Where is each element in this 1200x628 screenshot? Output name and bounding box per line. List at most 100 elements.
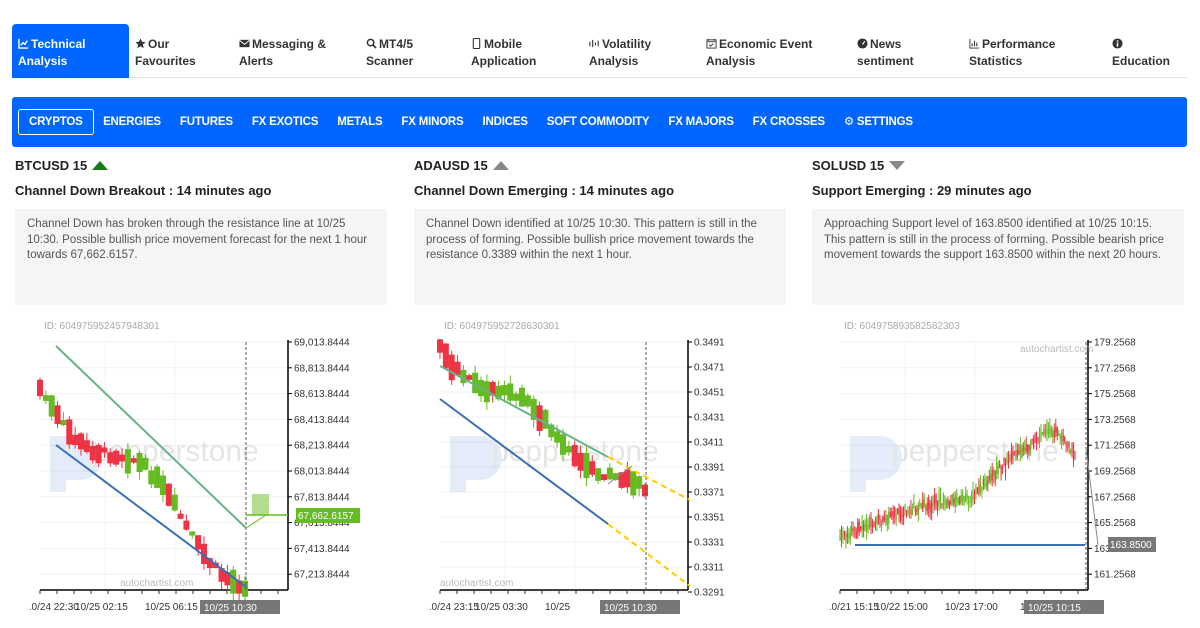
category-soft-commodity[interactable]: SOFT COMMODITY [537,110,659,134]
candle [1004,461,1007,473]
bar-chart-icon [969,37,980,49]
candle [985,483,987,487]
nav-tab-analysis[interactable]: Economic Event Analysis [700,24,851,78]
nav-tab-statistics[interactable]: Performance Statistics [963,24,1106,78]
category-fx-majors[interactable]: FX MAJORS [659,110,743,134]
candle [565,446,572,453]
candle [230,569,237,594]
top-nav: Technical Analysis Our Favourites Messaging … [12,24,1187,78]
candle [1003,458,1005,466]
y-tick-label: 0.3371 [694,488,725,499]
candle [1007,452,1010,465]
candle [1021,448,1023,458]
current-time-label: 10/25 10:30 [604,603,657,614]
nav-tab-label-line1: Messaging & [252,37,327,51]
envelope-icon [239,37,250,48]
candle [554,431,561,443]
candle [589,461,596,475]
nav-tab-analysis[interactable]: Volatility Analysis [583,24,700,78]
y-tick-label: 167.2568 [1094,492,1136,503]
candle [448,354,455,381]
candle [142,457,149,470]
category-fx-minors[interactable]: FX MINORS [392,110,473,134]
category-metals[interactable]: METALS [328,110,392,134]
category-settings[interactable]: ⚙ SETTINGS [834,110,922,134]
candle [882,515,884,523]
nav-tab-application[interactable]: Mobile Application [465,24,583,78]
star-icon [135,37,146,49]
candle [165,483,172,506]
autochartist-watermark: autochartist.com [440,578,513,589]
candle [89,446,96,461]
category-cryptos[interactable]: CRYPTOS [18,109,94,135]
nav-tab-label-line2: Favourites [135,54,196,68]
chart-btcusd[interactable]: ID: 604975952457948301 pepperstone 69,013.… [30,318,370,618]
candle [1059,435,1061,439]
candle [1035,432,1038,443]
category-label: FUTURES [179,116,233,128]
candle [994,470,996,483]
candle [932,495,934,507]
candle [926,502,928,512]
nav-tab-scanner[interactable]: MT4/5 Scanner [360,24,465,78]
candle [963,496,965,505]
category-energies[interactable]: ENERGIES [94,110,171,134]
signal-card-solusd: SOLUSD 15 Support Emerging : 29 minutes a… [812,155,1184,305]
candle [901,514,903,518]
candle [993,469,995,477]
category-fx-crosses[interactable]: FX CROSSES [743,110,834,134]
candle [855,530,857,539]
candle [1074,451,1076,455]
candle [107,452,114,464]
symbol-label: BTCUSD 15 [15,157,88,173]
chart-adausd[interactable]: ID: 604975952728630301pepperstone0.34910… [430,318,770,618]
candle [513,393,520,401]
candle [95,444,102,464]
candle [923,497,925,507]
current-time-label: 10/25 10:30 [204,603,257,614]
candle [874,519,877,524]
candle [942,494,945,505]
candle [877,512,880,524]
nav-tab-favourites[interactable]: Our Favourites [129,24,233,78]
candle [976,487,979,493]
candle [183,520,190,530]
y-tick-label: 68,613.8444 [294,389,350,400]
nav-tab-analysis[interactable]: Technical Analysis [12,24,129,78]
candle [929,503,931,513]
x-tick-label: 10/25 03:30 [475,602,528,613]
forecast-arrow [245,514,267,529]
nav-tab-alerts[interactable]: Messaging & Alerts [233,24,360,78]
symbol-header[interactable]: ADAUSD 15 [414,155,786,175]
y-tick-label: 0.3311 [694,563,724,574]
y-tick-label: 165.2568 [1094,518,1136,529]
category-fx-exotics[interactable]: FX EXOTICS [242,110,327,134]
nav-tab-label-line2: Statistics [969,54,1023,68]
candle [910,507,912,514]
candle [1012,451,1014,460]
candle [54,405,61,425]
symbol-header[interactable]: SOLUSD 15 [812,155,1184,175]
candle [870,517,872,528]
candle [978,484,980,495]
nav-tab-label-line2: Analysis [18,54,68,68]
price-badge-label: 67,662.6157 [298,511,354,522]
price-badge-label: 163.8500 [1110,540,1152,551]
x-tick-label: 10/23 17:00 [945,602,998,613]
category-futures[interactable]: FUTURES [170,110,242,134]
category-label: INDICES [482,116,528,128]
candle [991,469,993,481]
candle [1062,435,1064,441]
nav-tab-education[interactable]: Education [1106,24,1178,78]
candle [996,462,998,474]
nav-tab-label-line1: Mobile [484,37,522,51]
chart-solusd[interactable]: ID: 604975893582582303 pepperstone 179.256… [830,318,1170,618]
nav-tab-sentiment[interactable]: News sentiment [851,24,963,78]
candle [925,505,927,510]
symbol-header[interactable]: BTCUSD 15 [15,155,387,175]
candle [606,467,613,480]
candle [891,512,893,516]
category-indices[interactable]: INDICES [473,110,537,134]
candle [846,533,848,537]
nav-tab-label-line2: Analysis [589,54,639,68]
